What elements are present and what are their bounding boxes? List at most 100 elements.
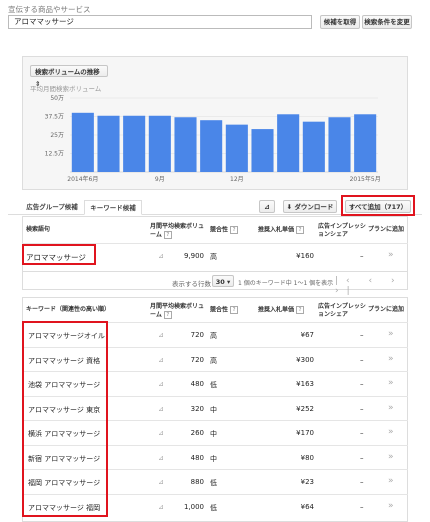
add-to-plan-icon[interactable]: » (388, 403, 394, 413)
col-header-competition: 競合性? (210, 226, 239, 235)
tab-ad-group-ideas[interactable]: 広告グループ候補 (22, 200, 82, 215)
competition-cell: 中 (210, 430, 217, 438)
chart-bar[interactable] (174, 117, 197, 172)
search-label: 宣伝する商品やサービス (8, 5, 91, 14)
competition-cell: 高 (210, 332, 217, 340)
add-to-plan-icon[interactable]: » (388, 501, 394, 511)
search-input[interactable]: アロママッサージ (8, 15, 312, 29)
download-label: ダウンロード (294, 203, 334, 211)
trend-mini-icon[interactable]: ⊿ (158, 331, 164, 339)
chart-bar[interactable] (123, 115, 146, 172)
col-header-competition: 競合性? (210, 306, 239, 315)
add-to-plan-icon[interactable]: » (388, 476, 394, 486)
chart-toggle-button[interactable]: ⊿ (259, 200, 275, 213)
chart-bar[interactable] (251, 129, 274, 172)
y-tick-label: 50万 (50, 95, 64, 102)
share-cell: – (360, 478, 364, 486)
trend-dropdown[interactable]: 検索ボリュームの推移 ⇕ (30, 65, 108, 88)
trend-mini-icon[interactable]: ⊿ (158, 356, 164, 364)
rows-select-value: 30 (215, 278, 225, 286)
competition-cell: 低 (210, 503, 217, 512)
y-tick-label: 25万 (50, 132, 64, 139)
competition-cell: 高 (210, 356, 217, 365)
highlight-keyword-column (22, 321, 108, 517)
rows-select[interactable]: 30 ▾ (212, 275, 234, 287)
download-button[interactable]: ⬇ ダウンロード (283, 200, 337, 213)
chart-bar[interactable] (148, 115, 171, 172)
col-header-share: 広告インプレッションシェア (318, 303, 366, 318)
help-icon: ? (296, 306, 305, 314)
chart-bar[interactable] (225, 124, 248, 172)
competition-cell: 中 (210, 454, 217, 463)
share-cell: – (360, 252, 364, 260)
pager-range: 1 個のキーワード中 1～1 個を表示 (238, 280, 334, 287)
change-criteria-button[interactable]: 検索条件を変更 (362, 15, 412, 29)
add-to-plan-icon[interactable]: » (388, 329, 394, 339)
col-header-bid-label: 推奨入札単価 (258, 306, 295, 314)
chart-bar[interactable] (71, 112, 94, 172)
chart-bar[interactable] (97, 115, 120, 172)
chart-icon: ⊿ (264, 203, 270, 211)
help-icon: ? (296, 226, 305, 234)
trend-mini-icon[interactable]: ⊿ (158, 252, 164, 260)
share-cell: – (360, 404, 364, 413)
add-to-plan-icon[interactable]: » (388, 378, 394, 388)
trend-mini-icon[interactable]: ⊿ (158, 503, 164, 511)
download-icon: ⬇ (286, 203, 293, 211)
competition-cell: 高 (210, 253, 217, 261)
add-all-button[interactable]: すべて追加（717） (345, 200, 411, 213)
x-tick-label: 2015年5月 (350, 175, 381, 183)
chart-bar[interactable] (354, 114, 377, 172)
col-header-volume: 月間平均検索ボリューム? (150, 303, 208, 320)
volume-cell: 480 (190, 380, 204, 388)
help-icon: ? (230, 306, 239, 314)
bid-cell: ¥252 (296, 404, 314, 413)
help-icon: ? (163, 311, 172, 319)
share-cell: – (360, 502, 364, 511)
trend-mini-icon[interactable]: ⊿ (158, 454, 164, 462)
highlight-search-term (22, 244, 96, 265)
y-tick-label: 37.5万 (45, 114, 64, 121)
share-cell: – (360, 355, 364, 364)
col-header-add: プランに追加 (368, 306, 405, 313)
tab-keyword-ideas[interactable]: キーワード候補 (84, 200, 142, 215)
chart-bar[interactable] (277, 114, 300, 172)
col-header-competition-label: 競合性 (210, 226, 229, 234)
col-header-bid: 推奨入札単価? (258, 306, 305, 315)
col-header-keyword: キーワード（関連性の高い順） (26, 306, 111, 313)
add-to-plan-icon[interactable]: » (388, 427, 394, 437)
share-cell: – (360, 380, 364, 388)
bid-cell: ¥163 (296, 380, 314, 388)
bid-cell: ¥80 (300, 453, 314, 462)
add-to-plan-icon[interactable]: » (388, 250, 394, 260)
bid-cell: ¥23 (300, 478, 314, 486)
x-tick-label: 9月 (155, 176, 165, 183)
bid-cell: ¥64 (300, 502, 314, 511)
bid-cell: ¥67 (300, 331, 314, 339)
pager-nav[interactable]: |‹ ‹ › ›| (335, 276, 430, 296)
competition-cell: 低 (210, 479, 217, 487)
chart-bar[interactable] (200, 120, 223, 172)
bid-cell: ¥300 (296, 355, 314, 364)
trend-mini-icon[interactable]: ⊿ (158, 478, 164, 486)
trend-mini-icon[interactable]: ⊿ (158, 380, 164, 388)
col-header-volume-label: 月間平均検索ボリューム (150, 223, 205, 239)
volume-cell: 720 (190, 355, 204, 364)
add-to-plan-icon[interactable]: » (388, 452, 394, 462)
col-header-volume: 月間平均検索ボリューム? (150, 223, 208, 240)
volume-cell: 320 (190, 404, 204, 413)
share-cell: – (360, 331, 364, 339)
volume-cell: 880 (190, 478, 204, 486)
get-ideas-button[interactable]: 候補を取得 (320, 15, 360, 29)
col-header-bid: 推奨入札単価? (258, 226, 305, 235)
share-cell: – (360, 453, 364, 462)
trend-mini-icon[interactable]: ⊿ (158, 405, 164, 413)
chart-bar[interactable] (302, 121, 325, 172)
add-to-plan-icon[interactable]: » (388, 354, 394, 364)
chart-bar[interactable] (328, 117, 351, 172)
trend-dropdown-label: 検索ボリュームの推移 (35, 68, 100, 76)
competition-cell: 低 (210, 381, 217, 389)
help-icon: ? (163, 231, 172, 239)
trend-mini-icon[interactable]: ⊿ (158, 429, 164, 437)
x-tick-label: 12月 (230, 176, 244, 183)
